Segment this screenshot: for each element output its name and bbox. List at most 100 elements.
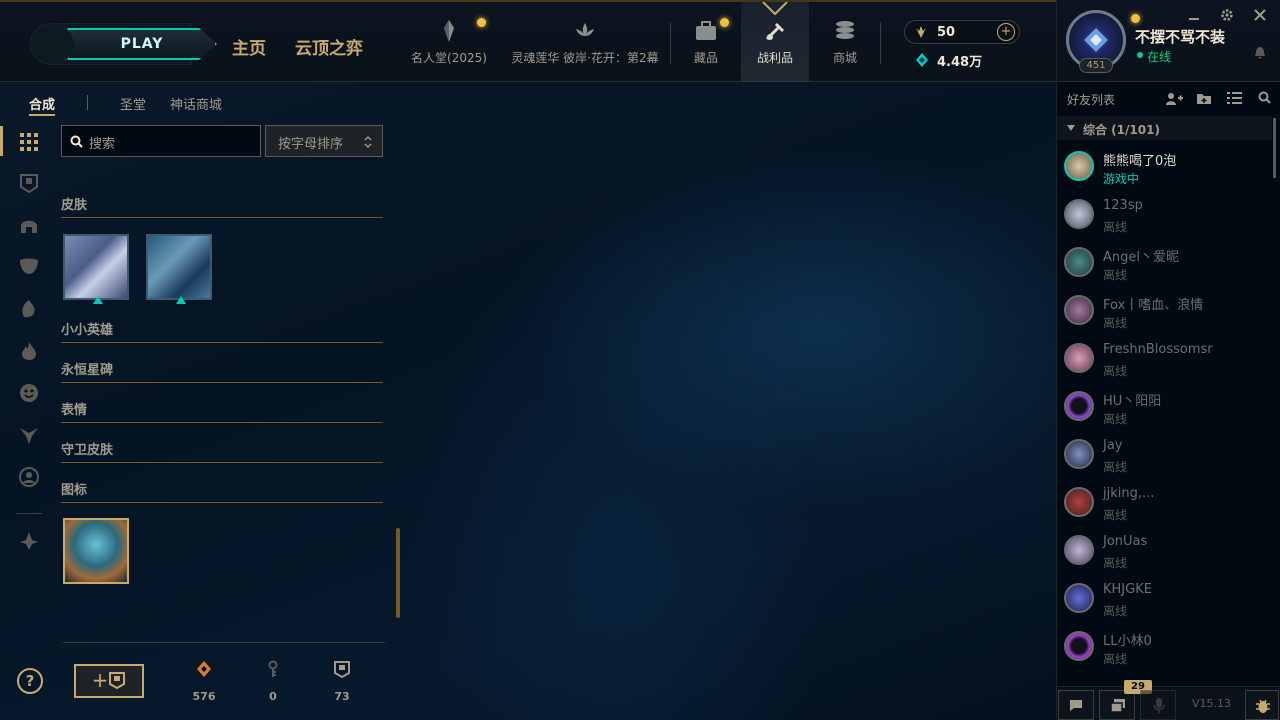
nav-hall-label: 名人堂(2025) [411, 50, 487, 65]
ward-icon[interactable] [18, 424, 40, 446]
add-chest-button[interactable]: + [74, 664, 144, 698]
rp-icon [916, 26, 926, 38]
friend-avatar [1064, 487, 1094, 517]
search-input[interactable]: 搜索 [61, 125, 261, 157]
friends-header: 好友列表 [1057, 84, 1280, 114]
nav-collection[interactable]: 藏品 [672, 2, 740, 82]
friend-row[interactable]: HU丶阳阳 离线 [1057, 383, 1272, 431]
category-skins[interactable]: 皮肤 [61, 194, 383, 218]
nav-event[interactable]: 灵魂莲华 彼岸·花开：第2幕 [505, 2, 665, 82]
play-button[interactable]: PLAY [67, 28, 217, 60]
updown-chevron-icon [364, 136, 372, 148]
clash-button[interactable] [1099, 690, 1135, 720]
tab-sanctum[interactable]: 圣堂 [120, 94, 146, 113]
chat-button[interactable] [1058, 690, 1094, 720]
crafting-icon[interactable] [18, 530, 40, 552]
level-badge: 451 [1079, 58, 1113, 73]
friend-name: Angel丶爱昵 [1103, 250, 1179, 265]
plus-icon: + [91, 668, 109, 692]
coins-icon [836, 20, 854, 39]
friend-name: HU丶阳阳 [1103, 394, 1162, 409]
category-eternals[interactable]: 永恒星碑 [61, 359, 383, 383]
be-value: 4.48万 [937, 55, 983, 70]
close-icon[interactable] [1254, 9, 1266, 21]
skin-shard-tile[interactable] [63, 234, 129, 304]
nav-event-label: 灵魂莲华 彼岸·花开：第2幕 [511, 50, 659, 65]
category-emotes[interactable]: 表情 [61, 399, 383, 423]
category-little-legends[interactable]: 小小英雄 [61, 319, 383, 343]
friend-row[interactable]: Jay 离线 [1057, 431, 1272, 479]
nav-tft[interactable]: 云顶之弈 [295, 34, 363, 59]
bell-icon[interactable] [1253, 46, 1267, 60]
friend-status: 离线 [1103, 268, 1128, 282]
lotus-icon [576, 22, 594, 36]
category-icons[interactable]: 图标 [61, 479, 383, 503]
tab-crafting[interactable]: 合成 [29, 94, 55, 113]
bug-icon [1256, 699, 1270, 713]
summoner-name: 不摆不骂不装 [1135, 28, 1226, 46]
friend-row[interactable]: LL小林0 离线 [1057, 623, 1272, 671]
add-friend-icon[interactable] [1165, 92, 1183, 106]
client-window: PLAY 主页 云顶之弈 名人堂(2025) 灵魂莲华 彼岸·花开：第2幕 藏品… [0, 0, 1280, 720]
gear-icon[interactable] [1220, 8, 1234, 22]
category-label: 表情 [61, 403, 88, 418]
help-button[interactable]: ? [17, 668, 43, 694]
skin-shard-tile[interactable] [146, 234, 212, 304]
keys-value: 0 [269, 690, 277, 703]
nav-store[interactable]: 商城 [811, 2, 879, 82]
friend-row[interactable]: 123sp 离线 [1057, 191, 1272, 239]
flame-icon[interactable] [18, 340, 40, 362]
friend-row[interactable]: jjking,... 离线 [1057, 479, 1272, 527]
friend-row[interactable]: Angel丶爱昵 离线 [1057, 239, 1272, 287]
grid-icon[interactable] [18, 131, 40, 153]
helmet-icon[interactable] [18, 214, 40, 236]
rp-value: 50 [937, 25, 956, 40]
friend-name: 熊熊喝了0泡 [1103, 154, 1177, 169]
nav-hall-of-fame[interactable]: 名人堂(2025) [408, 2, 490, 82]
buy-rp-button[interactable]: + [997, 23, 1015, 41]
rarity-marker [93, 296, 103, 304]
friend-row[interactable]: KHJGKE 离线 [1057, 575, 1272, 623]
friend-row[interactable]: 熊熊喝了0泡 游戏中 [1057, 143, 1272, 191]
sort-label: 按字母排序 [278, 137, 344, 152]
friend-status: 离线 [1103, 220, 1128, 234]
friend-row[interactable]: JonUas 离线 [1057, 527, 1272, 575]
list-icon[interactable] [1227, 92, 1242, 104]
chest-icon[interactable] [18, 172, 40, 194]
friend-row[interactable]: Fox丨嗜血、浪情 离线 [1057, 287, 1272, 335]
tab-divider [87, 95, 88, 110]
friend-name: JonUas [1103, 534, 1148, 549]
bug-report-button[interactable] [1245, 690, 1279, 720]
friend-status: 离线 [1103, 412, 1128, 426]
voice-button[interactable] [1140, 690, 1176, 720]
mask-icon[interactable] [18, 255, 40, 277]
social-panel: 451 不摆不骂不装 在线 好友列表 综合 (1/101) 熊熊喝了0泡 游戏中 [1056, 0, 1280, 720]
icon-tile[interactable] [63, 518, 129, 584]
friend-status: 离线 [1103, 652, 1128, 666]
category-ward-skins[interactable]: 守卫皮肤 [61, 439, 383, 463]
sort-select[interactable]: 按字母排序 [265, 125, 383, 157]
stack-icon [1110, 699, 1125, 713]
add-folder-icon[interactable] [1196, 91, 1212, 105]
friend-name: 123sp [1103, 198, 1143, 213]
category-label: 皮肤 [61, 198, 88, 213]
nav-home[interactable]: 主页 [232, 34, 266, 59]
emote-icon[interactable] [18, 382, 40, 404]
status-text[interactable]: 在线 [1147, 48, 1171, 65]
hall-notification-dot [477, 18, 486, 27]
friend-name: Fox丨嗜血、浪情 [1103, 298, 1204, 313]
friends-scrollbar[interactable] [1273, 118, 1276, 178]
chest-icon [109, 672, 126, 690]
friend-avatar [1064, 199, 1094, 229]
loot-scrollbar[interactable] [396, 528, 400, 618]
minimize-icon[interactable] [1189, 18, 1199, 20]
hand-icon[interactable] [18, 297, 40, 319]
nav-loot-label: 战利品 [756, 50, 793, 65]
profile-icon[interactable] [18, 466, 40, 488]
friend-group-header[interactable]: 综合 (1/101) [1057, 116, 1272, 140]
friend-status: 离线 [1103, 364, 1128, 378]
category-label: 图标 [61, 483, 88, 498]
friend-row[interactable]: FreshnBlossomsr 离线 [1057, 335, 1272, 383]
search-icon[interactable] [1258, 91, 1271, 104]
tab-mythic-shop[interactable]: 神话商城 [170, 94, 222, 113]
